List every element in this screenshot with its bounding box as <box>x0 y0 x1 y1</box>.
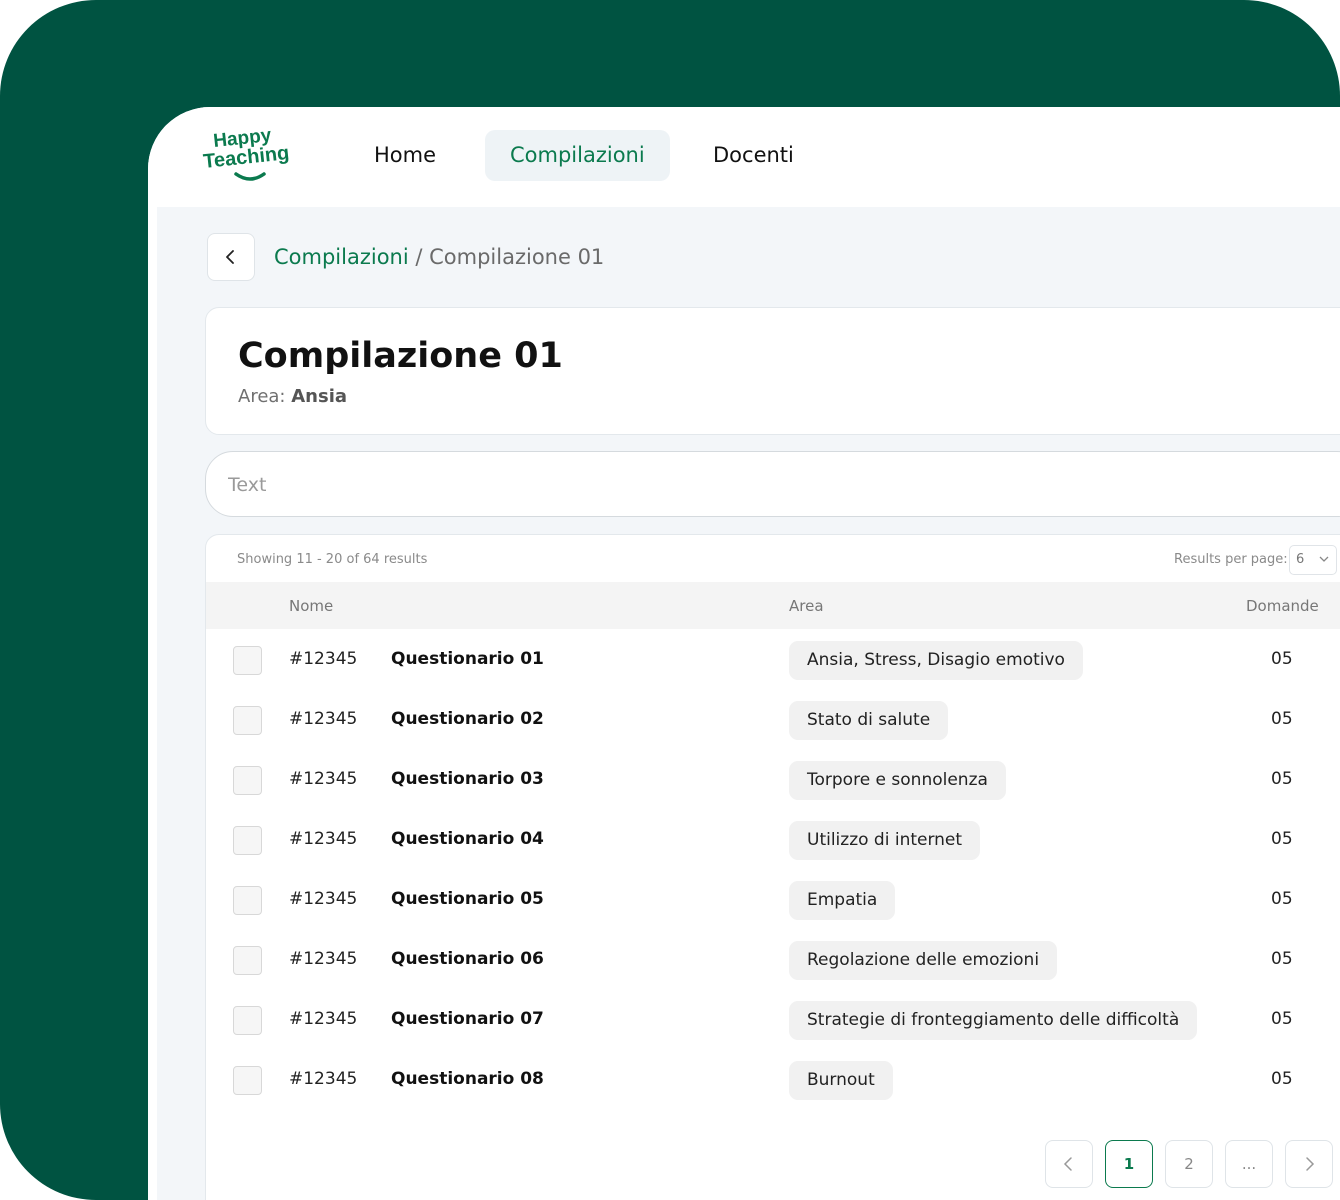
pagination-ellipsis[interactable]: ... <box>1225 1140 1273 1188</box>
app-frame: Happy Teaching Home Compilazioni Docenti… <box>0 0 1340 1200</box>
results-per-page-label: Results per page: <box>1174 552 1288 567</box>
row-checkbox[interactable] <box>233 1066 262 1095</box>
row-area-tag: Stato di salute <box>789 701 949 740</box>
logo-smile <box>234 172 266 181</box>
results-per-page-select[interactable]: 6 <box>1289 545 1337 575</box>
row-area-tag: Empatia <box>789 881 896 920</box>
row-area-tag: Burnout <box>789 1061 893 1100</box>
row-code: #12345 <box>289 949 358 969</box>
row-name: Questionario 06 <box>391 949 544 969</box>
row-area-tag: Utilizzo di internet <box>789 821 981 860</box>
row-name: Questionario 07 <box>391 1009 544 1029</box>
happy-teaching-logo[interactable]: Happy Teaching <box>202 127 302 185</box>
row-name: Questionario 02 <box>391 709 544 729</box>
row-code: #12345 <box>289 709 358 729</box>
side-strip <box>148 207 157 1200</box>
table-row[interactable]: #12345 Questionario 02 Stato di salute 0… <box>206 690 1340 750</box>
row-checkbox[interactable] <box>233 646 262 675</box>
column-header-nome[interactable]: Nome <box>289 597 333 615</box>
table-row[interactable]: #12345 Questionario 04 Utilizzo di inter… <box>206 810 1340 870</box>
search-input[interactable] <box>228 470 1128 500</box>
table-row[interactable]: #12345 Questionario 08 Burnout 05 <box>206 1050 1340 1110</box>
row-checkbox[interactable] <box>233 946 262 975</box>
chevron-right-icon <box>1306 1157 1315 1171</box>
area-line: Area: Ansia <box>238 386 347 407</box>
nav-compilazioni[interactable]: Compilazioni <box>485 130 670 181</box>
row-code: #12345 <box>289 769 358 789</box>
row-question-count: 05 <box>1271 949 1293 969</box>
breadcrumb-link-compilazioni[interactable]: Compilazioni <box>274 245 409 269</box>
pagination-page-1[interactable]: 1 <box>1105 1140 1153 1188</box>
row-question-count: 05 <box>1271 1009 1293 1029</box>
table-row[interactable]: #12345 Questionario 01 Ansia, Stress, Di… <box>206 630 1340 690</box>
table-row[interactable]: #12345 Questionario 03 Torpore e sonnole… <box>206 750 1340 810</box>
app-window: Happy Teaching Home Compilazioni Docenti… <box>148 107 1340 1200</box>
header-card: Compilazione 01 Area: Ansia <box>205 307 1340 435</box>
row-question-count: 05 <box>1271 829 1293 849</box>
row-area-tag: Torpore e sonnolenza <box>789 761 1006 800</box>
area-value: Ansia <box>291 386 348 407</box>
search-box[interactable] <box>205 451 1340 517</box>
back-button[interactable] <box>207 233 255 281</box>
pagination-page-2[interactable]: 2 <box>1165 1140 1213 1188</box>
column-header-area[interactable]: Area <box>789 597 824 615</box>
row-code: #12345 <box>289 829 358 849</box>
row-code: #12345 <box>289 889 358 909</box>
row-name: Questionario 01 <box>391 649 544 669</box>
row-checkbox[interactable] <box>233 1006 262 1035</box>
chevron-left-icon <box>226 250 234 264</box>
row-question-count: 05 <box>1271 889 1293 909</box>
chevron-left-icon <box>1063 1157 1072 1171</box>
column-header-domande[interactable]: Domande <box>1246 597 1319 615</box>
top-navigation-bar: Happy Teaching Home Compilazioni Docenti <box>148 107 1340 207</box>
nav-docenti[interactable]: Docenti <box>688 130 819 181</box>
row-checkbox[interactable] <box>233 826 262 855</box>
row-checkbox[interactable] <box>233 706 262 735</box>
row-checkbox[interactable] <box>233 766 262 795</box>
row-name: Questionario 03 <box>391 769 544 789</box>
row-question-count: 05 <box>1271 649 1293 669</box>
breadcrumb-current: Compilazione 01 <box>429 245 605 269</box>
row-name: Questionario 08 <box>391 1069 544 1089</box>
nav-home[interactable]: Home <box>349 130 461 181</box>
results-summary: Showing 11 - 20 of 64 results <box>237 552 428 567</box>
row-area-tag: Ansia, Stress, Disagio emotivo <box>789 641 1083 680</box>
area-label: Area: <box>238 386 286 407</box>
row-name: Questionario 05 <box>391 889 544 909</box>
pagination-next-button[interactable] <box>1285 1140 1333 1188</box>
row-name: Questionario 04 <box>391 829 544 849</box>
breadcrumb-separator: / <box>408 245 430 269</box>
breadcrumb: Compilazioni / Compilazione 01 <box>274 245 604 269</box>
row-question-count: 05 <box>1271 709 1293 729</box>
row-code: #12345 <box>289 1009 358 1029</box>
table-header: Nome Area Domande <box>206 582 1340 629</box>
row-code: #12345 <box>289 1069 358 1089</box>
row-area-tag: Regolazione delle emozioni <box>789 941 1058 980</box>
page-title: Compilazione 01 <box>238 336 563 376</box>
table-row[interactable]: #12345 Questionario 07 Strategie di fron… <box>206 990 1340 1050</box>
results-table-card: Showing 11 - 20 of 64 results Results pe… <box>205 534 1340 1200</box>
results-per-page-value: 6 <box>1296 552 1305 567</box>
table-row[interactable]: #12345 Questionario 06 Regolazione delle… <box>206 930 1340 990</box>
row-code: #12345 <box>289 649 358 669</box>
row-checkbox[interactable] <box>233 886 262 915</box>
table-row[interactable]: #12345 Questionario 05 Empatia 05 <box>206 870 1340 930</box>
row-question-count: 05 <box>1271 769 1293 789</box>
chevron-down-icon <box>1319 556 1329 562</box>
row-question-count: 05 <box>1271 1069 1293 1089</box>
pagination-prev-button[interactable] <box>1045 1140 1093 1188</box>
row-area-tag: Strategie di fronteggiamento delle diffi… <box>789 1001 1198 1040</box>
